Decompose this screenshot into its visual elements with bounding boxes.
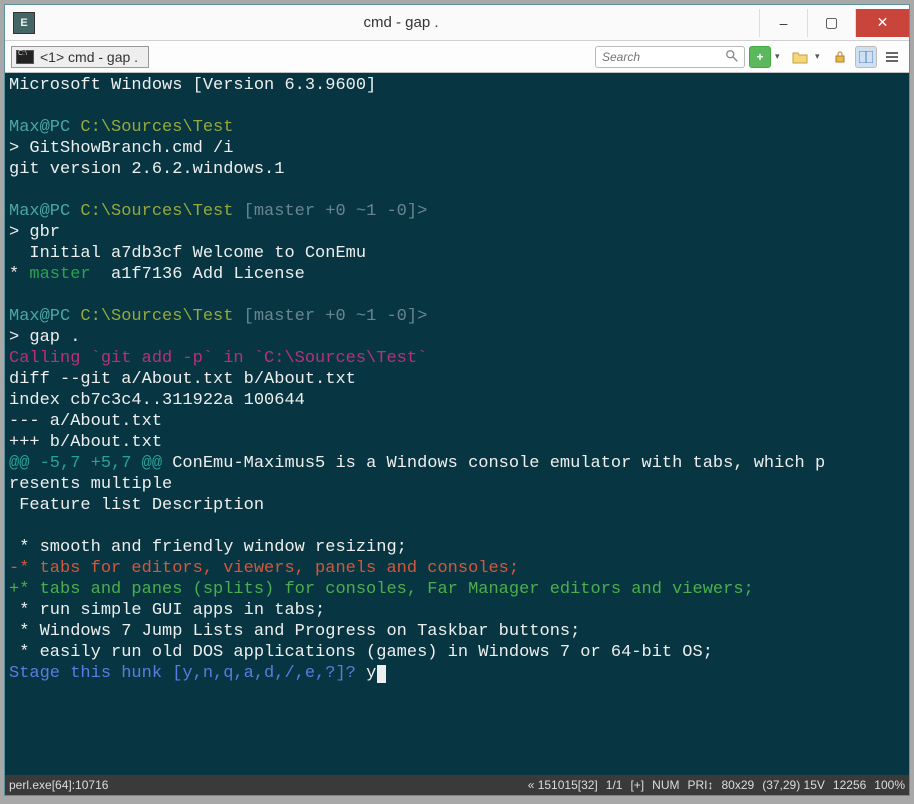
console-tab-label: <1> cmd - gap . bbox=[40, 49, 138, 65]
folder-icon bbox=[792, 50, 808, 64]
open-folder-button[interactable] bbox=[789, 46, 811, 68]
status-zoom: 100% bbox=[874, 778, 905, 792]
window-title: cmd - gap . bbox=[43, 14, 759, 31]
cursor bbox=[377, 665, 386, 683]
menu-button[interactable] bbox=[881, 46, 903, 68]
console-tab-icon bbox=[16, 50, 34, 64]
lock-button[interactable] bbox=[829, 46, 851, 68]
status-consoles: 1/1 bbox=[606, 778, 623, 792]
app-window: E cmd - gap . – ▢ ✕ <1> cmd - gap . + ▾ … bbox=[4, 4, 910, 796]
status-numlock: NUM bbox=[652, 778, 679, 792]
hamburger-icon bbox=[885, 51, 899, 63]
app-icon[interactable]: E bbox=[13, 12, 35, 34]
status-cursor-pos: (37,29) 15V bbox=[762, 778, 825, 792]
status-build: « 151015[32] bbox=[528, 778, 598, 792]
console-tab[interactable]: <1> cmd - gap . bbox=[11, 46, 149, 68]
lock-icon bbox=[833, 50, 847, 64]
minimize-button[interactable]: – bbox=[759, 9, 807, 37]
maximize-button[interactable]: ▢ bbox=[807, 9, 855, 37]
status-plus: [+] bbox=[630, 778, 644, 792]
search-input[interactable] bbox=[595, 46, 745, 68]
search-icon bbox=[725, 49, 739, 63]
titlebar[interactable]: E cmd - gap . – ▢ ✕ bbox=[5, 5, 909, 41]
status-process: perl.exe[64]:10716 bbox=[9, 778, 108, 792]
status-pid: 12256 bbox=[833, 778, 866, 792]
close-button[interactable]: ✕ bbox=[855, 9, 909, 37]
new-console-dropdown[interactable]: ▾ bbox=[775, 51, 785, 62]
status-priority: PRI↕ bbox=[687, 778, 713, 792]
new-console-button[interactable]: + bbox=[749, 46, 771, 68]
split-icon bbox=[859, 51, 873, 63]
status-size: 80x29 bbox=[722, 778, 755, 792]
terminal-output[interactable]: Microsoft Windows [Version 6.3.9600] Max… bbox=[5, 73, 909, 775]
open-folder-dropdown[interactable]: ▾ bbox=[815, 51, 825, 62]
toolbar: <1> cmd - gap . + ▾ ▾ bbox=[5, 41, 909, 73]
split-view-button[interactable] bbox=[855, 46, 877, 68]
statusbar: perl.exe[64]:10716 « 151015[32] 1/1 [+] … bbox=[5, 775, 909, 795]
